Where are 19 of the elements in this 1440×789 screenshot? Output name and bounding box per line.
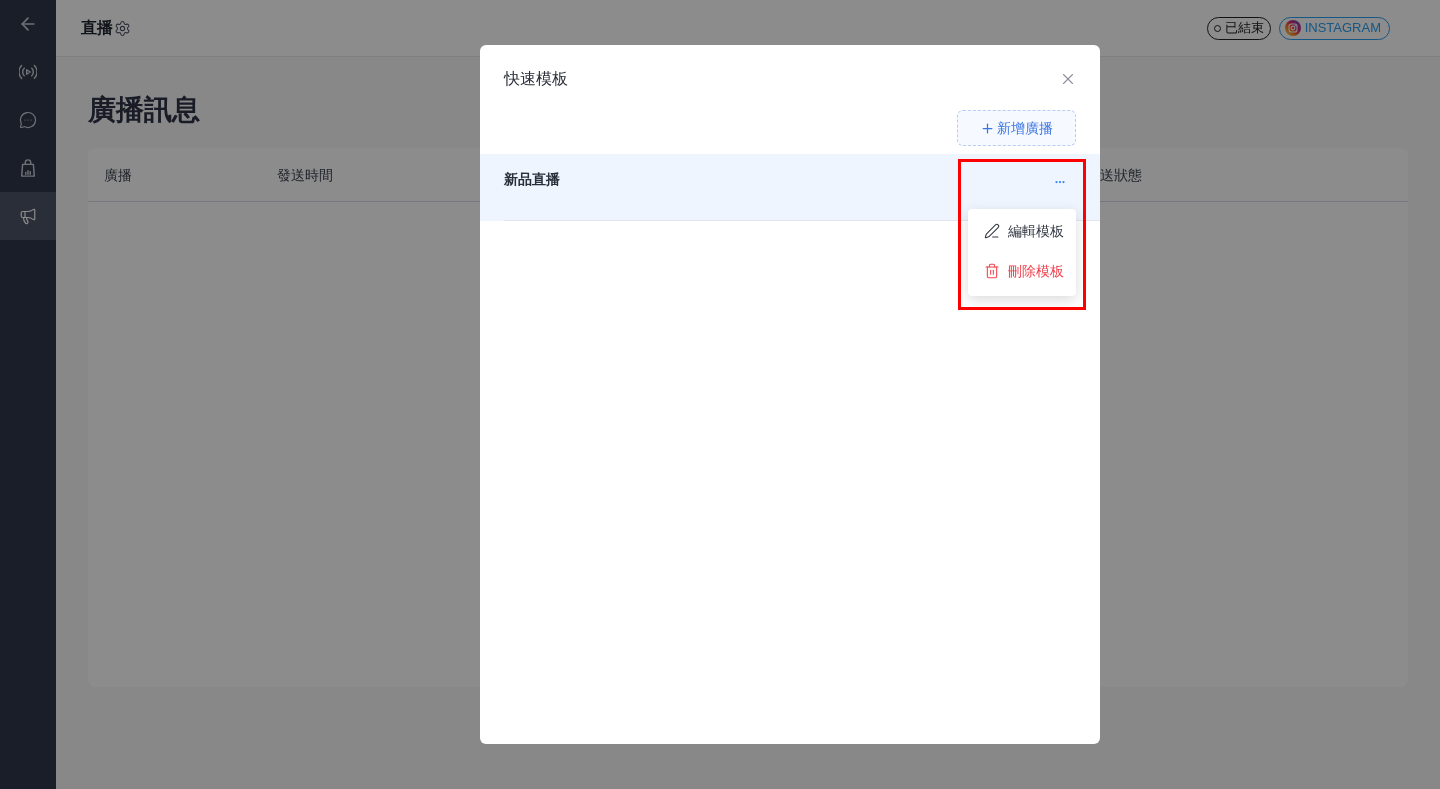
template-row[interactable]: 新品直播 (480, 154, 1100, 221)
add-broadcast-button[interactable]: 新增廣播 (957, 110, 1076, 146)
trash-icon (984, 263, 1000, 279)
column-header: 廣播 (104, 166, 132, 183)
instagram-logo-icon (1284, 20, 1301, 36)
delete-template-menu-item[interactable]: 刪除模板 (968, 251, 1076, 291)
live-stream-icon (19, 63, 37, 81)
plus-icon (980, 120, 995, 136)
pencil-icon (984, 223, 1000, 239)
template-name: 新品直播 (504, 170, 560, 189)
sidebar-item[interactable] (0, 192, 56, 240)
chat-bubble-icon (19, 111, 37, 129)
page-title: 直播 (81, 18, 113, 38)
column-header: 發送時間 (277, 166, 333, 183)
settings-icon[interactable] (114, 19, 131, 37)
shopping-bag-chart-icon (19, 159, 37, 177)
modal-title: 快速模板 (504, 69, 568, 89)
megaphone-icon (19, 207, 37, 225)
column-header: 送狀態 (1100, 166, 1142, 183)
